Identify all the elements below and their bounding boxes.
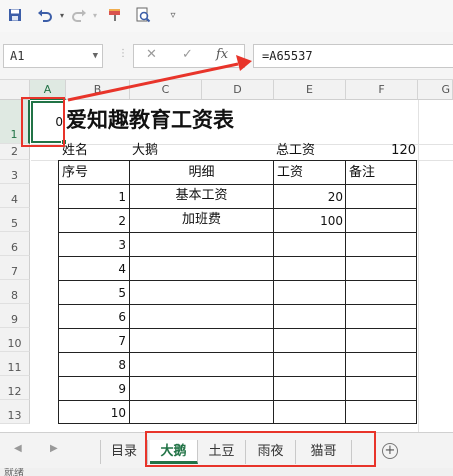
row-seq[interactable]: 9 — [60, 381, 126, 397]
row-wage[interactable]: 20 — [276, 189, 343, 205]
formula-buttons: ✕ ✓ fx — [133, 44, 245, 68]
row-seq[interactable]: 5 — [60, 285, 126, 301]
row-seq[interactable]: 4 — [60, 261, 126, 277]
formula-input[interactable]: =A65537 — [253, 44, 453, 68]
table-row-divider — [58, 208, 417, 209]
table-row-divider — [58, 304, 417, 305]
format-painter-icon[interactable] — [106, 6, 124, 24]
row-detail[interactable]: 加班费 — [130, 212, 273, 228]
sheet-title: 爱知趣教育工资表 — [66, 107, 234, 132]
status-text: 就绪 — [4, 468, 24, 476]
total-label: 总工资 — [276, 143, 316, 158]
status-bar: 就绪 — [0, 468, 453, 476]
table-row-divider — [58, 280, 417, 281]
row-header-3[interactable]: 3 — [0, 160, 30, 184]
column-header-d[interactable]: D — [202, 80, 274, 100]
highlight-box-tabs — [145, 431, 376, 467]
header-wage: 工资 — [277, 165, 304, 180]
undo-icon[interactable] — [36, 6, 54, 24]
header-detail: 明细 — [188, 165, 215, 180]
name-value[interactable]: 大鹅 — [132, 143, 158, 159]
row-header-7[interactable]: 7 — [0, 256, 30, 280]
table-row-divider — [58, 352, 417, 353]
worksheet-grid[interactable]: A B C D E F G 1 2 3 4 5 6 7 8 9 10 11 12… — [0, 80, 453, 432]
drag-handle-icon[interactable]: ⋮ — [118, 48, 128, 59]
cancel-icon[interactable]: ✕ — [146, 47, 157, 62]
table-col-divider — [345, 160, 346, 424]
print-preview-icon[interactable] — [134, 6, 152, 24]
row-seq[interactable]: 6 — [60, 309, 126, 325]
name-box[interactable]: A1 ▼ — [3, 44, 103, 68]
save-icon[interactable] — [6, 6, 24, 24]
confirm-icon[interactable]: ✓ — [182, 47, 193, 62]
row-header-4[interactable]: 4 — [0, 184, 30, 208]
column-header-b[interactable]: B — [66, 80, 130, 100]
column-header-f[interactable]: F — [346, 80, 418, 100]
row-seq[interactable]: 8 — [60, 357, 126, 373]
formula-bar: A1 ▼ ⋮ ✕ ✓ fx =A65537 — [0, 32, 453, 80]
table-row-divider — [58, 400, 417, 401]
table-row-divider — [58, 256, 417, 257]
insert-function-icon[interactable]: fx — [216, 47, 228, 62]
row-seq[interactable]: 2 — [60, 213, 126, 229]
tab-catalog[interactable]: 目录 — [100, 440, 148, 464]
quick-access-toolbar: ▾ ▾ ▿ — [0, 0, 453, 32]
name-label: 姓名 — [62, 143, 89, 158]
row-seq[interactable]: 7 — [60, 333, 126, 349]
row-header-5[interactable]: 5 — [0, 208, 30, 232]
row-wage[interactable]: 100 — [276, 213, 343, 229]
row-detail[interactable]: 基本工资 — [130, 188, 273, 204]
column-header-c[interactable]: C — [130, 80, 202, 100]
sheet-tab-bar: ◀ ▶ 目录 大鹅 土豆 雨夜 猫哥 + — [0, 431, 453, 468]
column-header-g[interactable]: G — [418, 80, 453, 100]
row-header-11[interactable]: 11 — [0, 352, 30, 376]
customize-dropdown-icon[interactable]: ▿ — [164, 6, 182, 24]
table-col-divider — [273, 160, 274, 424]
table-row-divider — [58, 184, 417, 185]
row-header-12[interactable]: 12 — [0, 376, 30, 400]
header-seq: 序号 — [62, 165, 89, 180]
row-seq[interactable]: 3 — [60, 237, 126, 253]
column-header-e[interactable]: E — [274, 80, 346, 100]
row-header-8[interactable]: 8 — [0, 280, 30, 304]
row-header-13[interactable]: 13 — [0, 400, 30, 424]
table-row-divider — [58, 232, 417, 233]
row-header-6[interactable]: 6 — [0, 232, 30, 256]
undo-dropdown-icon[interactable]: ▾ — [53, 6, 71, 24]
next-sheet-icon[interactable]: ▶ — [50, 443, 58, 454]
redo-dropdown-icon[interactable]: ▾ — [86, 6, 104, 24]
row-seq[interactable]: 1 — [60, 189, 126, 205]
gridline — [418, 100, 419, 432]
table-row-divider — [58, 328, 417, 329]
name-box-value: A1 — [10, 49, 25, 63]
add-sheet-button[interactable]: + — [382, 443, 398, 459]
header-note: 备注 — [349, 165, 376, 180]
chevron-down-icon[interactable]: ▼ — [93, 45, 98, 67]
prev-sheet-icon[interactable]: ◀ — [14, 443, 22, 454]
table-row-divider — [58, 376, 417, 377]
row-header-10[interactable]: 10 — [0, 328, 30, 352]
total-value[interactable]: 120 — [350, 143, 416, 159]
row-header-9[interactable]: 9 — [0, 304, 30, 328]
row-seq[interactable]: 10 — [60, 405, 126, 421]
highlight-box-a1 — [21, 97, 65, 147]
